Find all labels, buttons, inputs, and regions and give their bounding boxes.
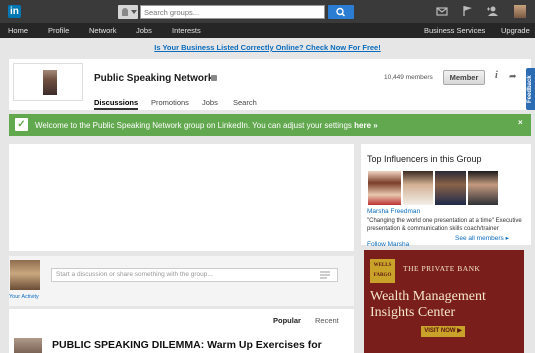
nav-network[interactable]: Network (89, 26, 117, 35)
your-activity-link[interactable]: Your Activity (9, 294, 39, 300)
top-header: in (0, 0, 535, 23)
linkedin-logo-text: in (8, 5, 21, 18)
people-icon (122, 8, 128, 16)
tab-jobs[interactable]: Jobs (202, 98, 218, 107)
tab-promotions[interactable]: Promotions (151, 98, 189, 107)
tab-discussions[interactable]: Discussions (94, 98, 139, 110)
profile-avatar[interactable] (514, 5, 526, 18)
info-icon[interactable]: i (495, 70, 498, 81)
visit-now-button[interactable]: VISIT NOW ▶ (421, 326, 465, 337)
group-title[interactable]: Public Speaking Network (94, 73, 213, 84)
user-avatar[interactable] (10, 260, 40, 290)
ad-headline: Insights Center (370, 305, 456, 320)
see-all-members-link[interactable]: See all members ▸ (455, 234, 509, 242)
close-icon[interactable]: × (518, 118, 523, 127)
nav-business-services[interactable]: Business Services (424, 26, 485, 35)
main-nav: Home Profile Network Jobs Interests Busi… (0, 23, 535, 38)
welcome-banner: ✓ Welcome to the Public Speaking Network… (9, 114, 531, 136)
follow-link[interactable]: Follow Marsha (367, 241, 409, 248)
search-category-dropdown[interactable] (118, 5, 138, 19)
nav-upgrade[interactable]: Upgrade (501, 26, 530, 35)
flag-icon[interactable] (462, 5, 474, 17)
share-icon[interactable]: ➦ (509, 71, 517, 82)
nav-jobs[interactable]: Jobs (136, 26, 152, 35)
chevron-down-icon (131, 10, 137, 14)
add-connection-icon[interactable] (486, 5, 500, 17)
welcome-text: Welcome to the Public Speaking Network g… (35, 121, 355, 130)
member-button[interactable]: Member (443, 70, 485, 85)
nav-profile[interactable]: Profile (48, 26, 69, 35)
post-author-avatar[interactable] (14, 338, 42, 353)
group-logo[interactable] (13, 63, 83, 101)
welcome-message: Welcome to the Public Speaking Network g… (35, 121, 378, 130)
feedback-tab[interactable]: Feedback (526, 68, 535, 110)
post-title[interactable]: PUBLIC SPEAKING DILEMMA: Warm Up Exercis… (52, 339, 322, 351)
member-count[interactable]: 10,449 members (384, 74, 433, 81)
ad-logo-line: FARGO (373, 273, 392, 278)
influencer-portrait[interactable] (403, 171, 433, 205)
sort-recent[interactable]: Recent (315, 316, 339, 325)
lock-icon (211, 75, 217, 81)
influencers-title: Top Influencers in this Group (367, 154, 482, 164)
main-content-panel (9, 144, 354, 251)
checkmark-icon: ✓ (15, 118, 28, 131)
influencer-headline: "Changing the world one presentation at … (367, 218, 522, 232)
wells-fargo-logo: WELLS FARGO (370, 259, 395, 283)
settings-link[interactable]: here » (354, 121, 378, 130)
nav-home[interactable]: Home (8, 26, 28, 35)
sort-popular[interactable]: Popular (273, 316, 301, 325)
influencer-name[interactable]: Marsha Freedman (367, 208, 420, 215)
influencer-portrait[interactable] (435, 171, 466, 205)
discussion-input[interactable]: Start a discussion or share something wi… (51, 268, 338, 282)
nav-interests[interactable]: Interests (172, 26, 201, 35)
search-button[interactable] (328, 5, 354, 19)
search-icon (336, 7, 346, 17)
ad-headline: Wealth Management (370, 289, 486, 304)
ad-logo-line: WELLS (373, 263, 392, 268)
influencer-portrait[interactable] (468, 171, 498, 205)
tab-search[interactable]: Search (233, 98, 257, 107)
linkedin-logo[interactable]: in (7, 3, 32, 20)
promo-link[interactable]: Is Your Business Listed Correctly Online… (0, 43, 535, 52)
search-input[interactable] (140, 5, 325, 19)
format-lines-icon[interactable] (320, 271, 330, 279)
messages-icon[interactable] (436, 5, 448, 17)
ad-brand: THE PRIVATE BANK (403, 264, 481, 273)
influencer-portrait[interactable] (368, 171, 401, 205)
